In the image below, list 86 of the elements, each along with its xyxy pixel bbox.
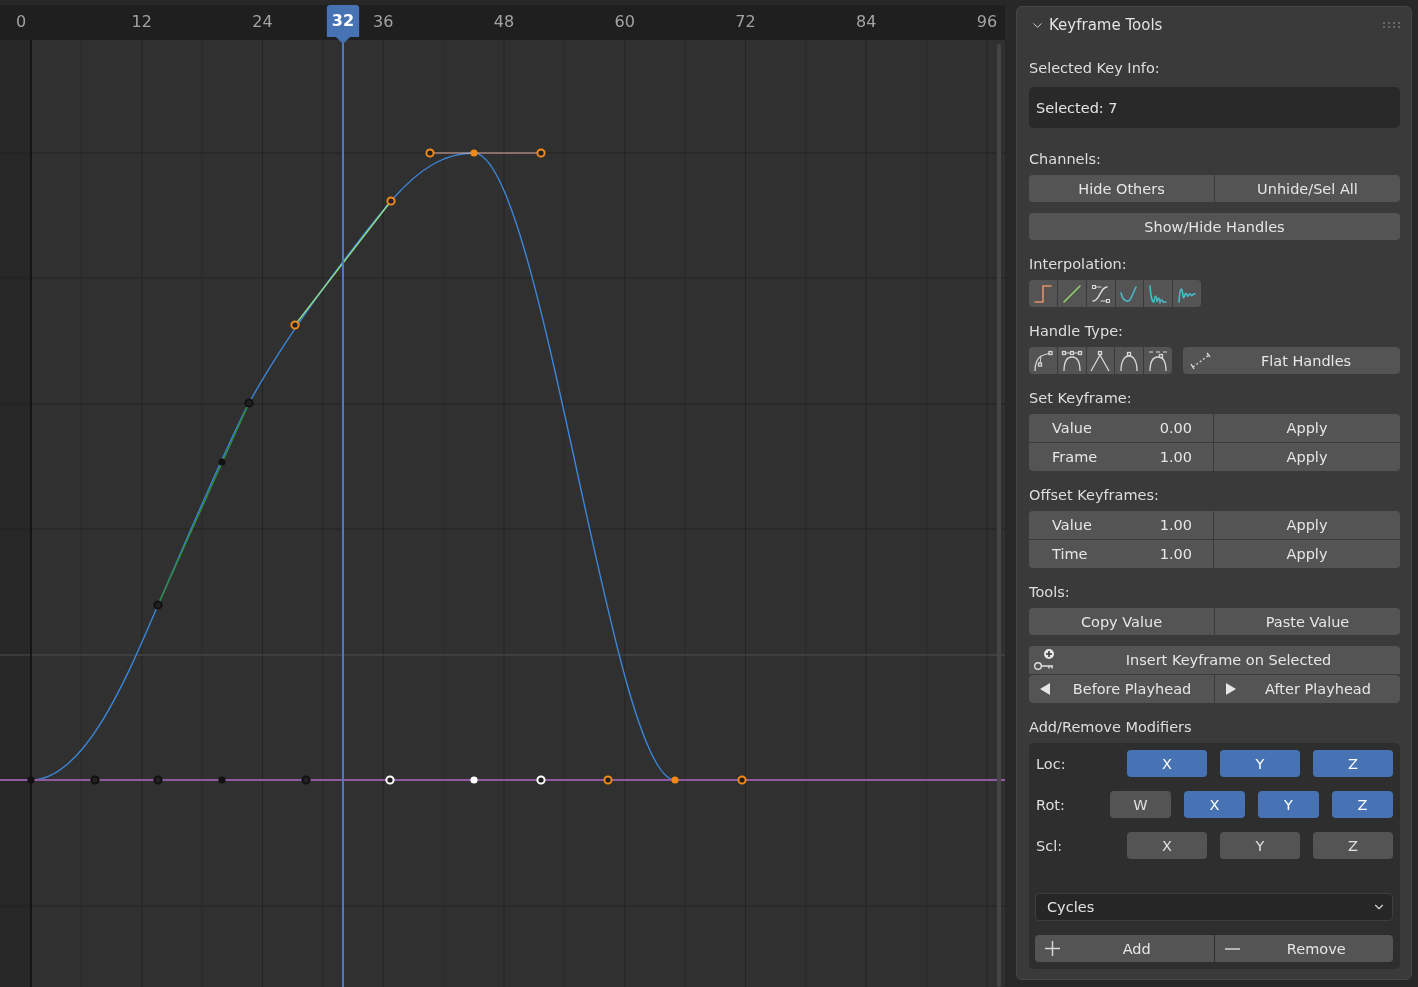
handle-type-button[interactable] [1086,347,1115,374]
free-handle-icon [1031,349,1054,372]
tool-button[interactable]: Copy Value [1029,608,1214,635]
bounce-curve-icon [1148,283,1169,304]
frame-number: 0 [15,11,27,33]
handle-type-button[interactable] [1029,347,1057,374]
apply-button[interactable]: Apply [1214,443,1400,471]
frame-number: 24 [252,11,273,33]
left-triangle-icon [1040,683,1050,695]
auto-handle-icon [1118,349,1141,372]
frame-number: 36 [373,11,394,33]
step-curve-icon [1032,283,1053,304]
field-value: 1.00 [1159,517,1192,533]
field-label: Time [1052,546,1088,562]
frame-number: 48 [493,11,515,33]
s-curve-icon [1090,283,1111,304]
axis-toggle[interactable]: Y [1258,791,1319,818]
axis-toggle[interactable]: Z [1313,832,1393,859]
field-label: Value [1052,517,1092,533]
panel-title: Keyframe Tools [1049,16,1164,34]
apply-button[interactable]: Apply [1214,511,1400,539]
handle-type-button[interactable] [1144,347,1172,374]
interpolation-button[interactable] [1144,280,1173,307]
modifier-dropdown[interactable]: Cycles [1035,893,1393,921]
insert-keyframe-button[interactable]: Insert Keyframe on Selected [1029,646,1400,674]
right-triangle-icon [1226,683,1236,695]
add-modifier-button[interactable]: Add [1035,935,1214,962]
section-label: Set Keyframe: [1029,389,1132,408]
section-label: Add/Remove Modifiers [1029,718,1192,737]
section-label: Offset Keyframes: [1029,486,1159,505]
frame-number: 12 [131,11,152,33]
field-value: 1.00 [1159,449,1192,465]
section-label: Channels: [1029,150,1101,169]
axis-toggle[interactable]: X [1127,832,1207,859]
diagonal-line-icon [1061,283,1082,304]
axis-toggle[interactable]: Z [1332,791,1393,818]
axis-group-label: Rot: [1035,796,1066,813]
frame-number: 84 [856,11,877,33]
remove-modifier-button[interactable]: Remove [1214,935,1393,962]
ease-curve-icon [1119,283,1140,304]
number-field[interactable]: Value 1.00 [1029,511,1213,539]
show-hide-handles-button[interactable]: Show/Hide Handles [1029,213,1400,240]
playhead-insert-button[interactable]: Before Playhead [1029,675,1214,703]
axis-toggle[interactable]: Y [1220,750,1300,777]
axis-toggle[interactable]: Y [1220,832,1300,859]
clamped-handle-icon [1147,349,1170,372]
frame-number: 96 [976,11,998,33]
section-label: Selected Key Info: [1029,59,1160,78]
section-label: Tools: [1029,583,1070,602]
handle-type-button[interactable] [1057,347,1086,374]
section-label: Interpolation: [1029,255,1127,274]
interpolation-button[interactable] [1057,280,1086,307]
interpolation-button[interactable] [1115,280,1144,307]
number-field[interactable]: Time 1.00 [1029,540,1213,568]
handle-type-button[interactable] [1115,347,1144,374]
number-field[interactable]: Value 0.00 [1029,414,1213,442]
field-label: Frame [1052,449,1098,465]
flat-handles-button[interactable]: Flat Handles [1183,347,1400,374]
interpolation-button[interactable] [1086,280,1115,307]
key-plus-icon [1033,648,1057,672]
plus-icon [1045,941,1060,956]
axis-group-label: Scl: [1035,837,1064,854]
drag-grip-icon[interactable] [1383,22,1400,28]
playhead-insert-button[interactable]: After Playhead [1215,675,1400,703]
channel-button[interactable]: Hide Others [1029,175,1214,202]
axis-toggle[interactable]: Z [1313,750,1393,777]
frame-number: 72 [735,11,756,33]
dotted-handle-icon [1190,351,1212,370]
field-value: 1.00 [1159,546,1192,562]
axis-toggle[interactable]: W [1110,791,1171,818]
field-label: Value [1052,420,1092,436]
vector-handle-icon [1089,349,1112,372]
axis-toggle[interactable]: X [1184,791,1245,818]
aligned-handle-icon [1060,349,1083,372]
tool-button[interactable]: Paste Value [1215,608,1400,635]
apply-button[interactable]: Apply [1214,540,1400,568]
selected-count-box: Selected: 7 [1029,87,1400,128]
axis-toggle[interactable]: X [1127,750,1207,777]
frame-number: 60 [614,11,635,33]
field-value: 0.00 [1159,420,1192,436]
minus-icon [1224,947,1240,950]
channel-button[interactable]: Unhide/Sel All [1215,175,1400,202]
axis-group-label: Loc: [1035,755,1067,772]
apply-button[interactable]: Apply [1214,414,1400,442]
section-label: Handle Type: [1029,322,1123,341]
number-field[interactable]: Frame 1.00 [1029,443,1213,471]
